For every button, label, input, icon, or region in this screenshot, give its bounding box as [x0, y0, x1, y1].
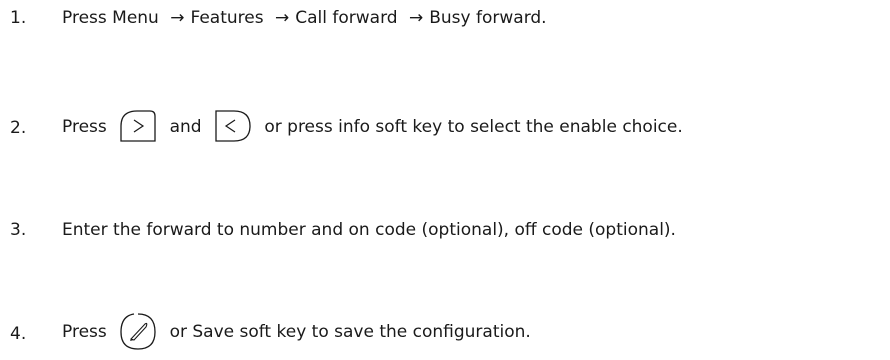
step-text-segment: Press Menu: [62, 8, 159, 28]
step-text-segment: Call forward: [295, 8, 398, 28]
step-number: 2.: [10, 118, 27, 138]
step-number: 4.: [10, 324, 27, 344]
step-text-segment: Press: [62, 322, 107, 342]
step-text-segment: Features: [190, 8, 264, 28]
step-text-segment: or Save soft key to save the configurati…: [169, 322, 531, 342]
left-navigation-key-icon: [213, 110, 253, 144]
step-number: 1.: [10, 8, 27, 28]
right-arrow-icon: →: [408, 8, 424, 28]
step-text-segment: and: [169, 117, 202, 137]
right-navigation-key-icon: [118, 110, 158, 144]
step-number: 3.: [10, 220, 27, 240]
step-text-segment: Enter the forward to number and on code …: [62, 220, 676, 240]
right-arrow-icon: →: [275, 8, 290, 28]
step-text: Press Menu → Features → Call forward → Busy…: [62, 8, 547, 28]
right-arrow-icon: →: [170, 8, 185, 28]
step-text-segment: Press: [62, 117, 107, 137]
step-text-segment: or press info soft key to select the ena…: [264, 117, 683, 137]
ok-checkmark-key-icon: [118, 312, 158, 352]
step-text: Press or Save soft key to save the confi…: [62, 312, 531, 352]
step-text: Enter the forward to number and on code …: [62, 220, 676, 240]
step-text-segment: Busy forward.: [429, 8, 547, 28]
step-text: Press and or press info soft key to sele…: [62, 110, 683, 144]
